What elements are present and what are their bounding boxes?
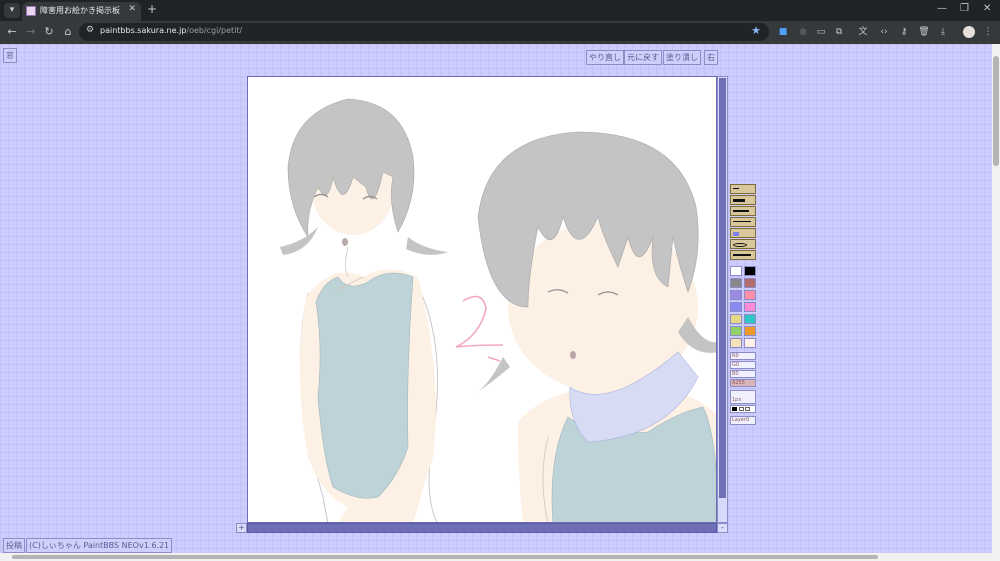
window-close-icon[interactable]: ✕ [983,3,991,14]
tool-mask[interactable] [730,228,756,238]
palette-swatch[interactable] [744,266,756,276]
credit-label[interactable]: (C)しぃちゃん PaintBBS NEOv1.6.21 [26,538,173,553]
password-key-icon[interactable]: ⚷ [898,26,910,38]
tool-palette: R0 G0 B0 A255 1px Layer0 [730,184,756,425]
palette-swatch[interactable] [730,278,742,288]
extension-icon[interactable]: ■ [777,26,789,38]
line-width-option-icon[interactable] [745,407,751,411]
tool-eraser[interactable] [730,217,756,227]
code-icon[interactable]: ‹› [878,26,890,38]
palette-swatch[interactable] [730,266,742,276]
fill-button[interactable]: 塗り潰し [663,50,701,65]
browser-tab-bar: ▾ 障害用お絵かき掲示板 ✕ + — ❐ ✕ [0,0,1000,21]
palette-swatch[interactable] [744,314,756,324]
canvas-horizontal-scrollbar[interactable] [247,523,717,533]
sketch-artwork [280,98,716,522]
tool-copy[interactable] [730,250,756,260]
page-horizontal-scrollbar[interactable] [0,553,1000,561]
extensions-puzzle-icon[interactable]: ⧉ [833,26,845,38]
palette-swatch[interactable] [730,338,742,348]
browser-toolbar: ← → ↻ ⌂ ⚙ paintbbs.sakura.ne.jp/oeb/cgi/… [0,21,1000,44]
extension-icon-2[interactable]: ● [797,26,809,38]
green-slider[interactable]: G0 [730,361,756,369]
palette-swatch[interactable] [730,314,742,324]
tool-brush[interactable] [730,195,756,205]
layer-selector[interactable]: Layer0 [730,416,756,425]
bookmark-star-icon[interactable]: ★ [751,24,761,37]
tool-pen[interactable] [730,184,756,194]
tool-shape[interactable] [730,239,756,249]
site-info-icon[interactable]: ⚙ [86,25,94,35]
palette-swatch[interactable] [744,290,756,300]
page-vertical-scrollbar[interactable] [992,44,1000,553]
alpha-slider[interactable]: A255 [730,379,756,387]
palette-swatch[interactable] [744,278,756,288]
window-toggle-button[interactable]: 窓 [3,48,17,63]
tab-title: 障害用お絵かき掲示板 [40,6,120,15]
tool-tone[interactable] [730,206,756,216]
url-text: paintbbs.sakura.ne.jp/oeb/cgi/petit/ [100,26,243,35]
home-icon[interactable]: ⌂ [61,25,75,39]
trash-icon[interactable]: 🗑 [918,26,930,38]
drawing-canvas[interactable] [247,76,717,523]
redo-button[interactable]: やり直し [586,50,624,65]
restore-icon[interactable]: ❐ [960,3,969,14]
reload-icon[interactable]: ↻ [42,25,56,39]
browser-tab[interactable]: 障害用お絵かき掲示板 ✕ [22,2,141,21]
palette-swatch[interactable] [730,326,742,336]
red-slider[interactable]: R0 [730,352,756,360]
page-vertical-scroll-thumb[interactable] [993,56,999,166]
palette-swatch[interactable] [730,302,742,312]
back-icon[interactable]: ← [5,25,19,39]
palette-swatch[interactable] [744,338,756,348]
right-button[interactable]: 右 [704,50,718,65]
line-width-options[interactable] [730,405,756,413]
profile-avatar[interactable] [963,26,975,38]
favicon-icon [26,6,36,16]
tab-close-icon[interactable]: ✕ [128,4,136,14]
line-width-option-icon[interactable] [738,407,744,411]
pen-size-selector[interactable]: 1px [730,390,756,404]
translate-icon[interactable]: 文 [857,26,869,38]
clipboard-icon[interactable]: ▭ [815,26,827,38]
minimize-icon[interactable]: — [937,3,947,14]
canvas-vertical-scrollbar[interactable] [717,76,728,523]
line-width-option-icon[interactable] [732,407,737,411]
page-horizontal-scroll-thumb[interactable] [12,555,878,559]
palette-swatch[interactable] [744,326,756,336]
new-tab-icon[interactable]: + [147,2,157,16]
download-icon[interactable]: ⤓ [937,26,949,38]
post-button[interactable]: 投稿 [3,538,25,553]
tab-search-icon[interactable]: ▾ [4,3,20,18]
address-bar[interactable]: ⚙ paintbbs.sakura.ne.jp/oeb/cgi/petit/ ★ [79,23,769,41]
palette-swatch[interactable] [744,302,756,312]
paintbbs-page: 窓 やり直し 元に戻す 塗り潰し 右 + - R0 G0 B0 A255 1px… [0,44,992,553]
forward-icon[interactable]: → [24,25,38,39]
canvas-vertical-scroll-thumb[interactable] [719,78,726,498]
zoom-in-button[interactable]: + [236,523,247,533]
browser-menu-icon[interactable]: ⋮ [982,26,994,38]
zoom-out-button[interactable]: - [717,523,728,533]
blue-slider[interactable]: B0 [730,370,756,378]
undo-button[interactable]: 元に戻す [624,50,662,65]
palette-swatch[interactable] [730,290,742,300]
